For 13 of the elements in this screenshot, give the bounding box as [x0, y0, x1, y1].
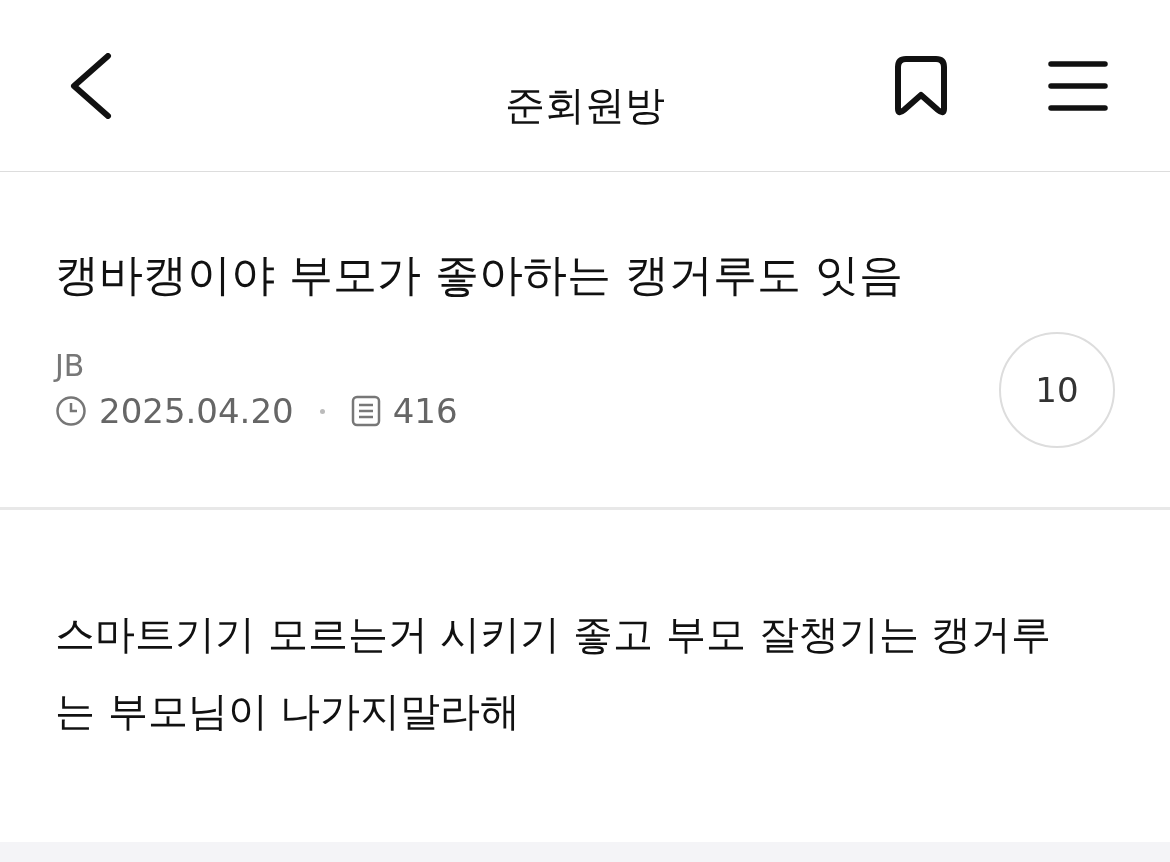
back-icon[interactable]	[68, 52, 112, 119]
document-icon	[350, 395, 381, 428]
view-count: 416	[392, 391, 458, 432]
bookmark-icon[interactable]	[892, 54, 950, 117]
menu-icon[interactable]	[1048, 59, 1108, 112]
post-date: 2025.04.20	[99, 391, 294, 432]
comment-count[interactable]: 10	[999, 331, 1115, 448]
post-title: 캥바캥이야 부모가 좋아하는 캥거루도 잇음	[55, 248, 904, 302]
post-body: 스마트기기 모르는거 시키기 좋고 부모 잘챙기는 캥거루는 부모님이 나가지말라해	[54, 610, 1053, 736]
author-name: JB	[55, 348, 86, 384]
separator-dot	[319, 408, 325, 414]
clock-icon	[55, 395, 87, 428]
page-title: 준회원방	[505, 81, 665, 130]
